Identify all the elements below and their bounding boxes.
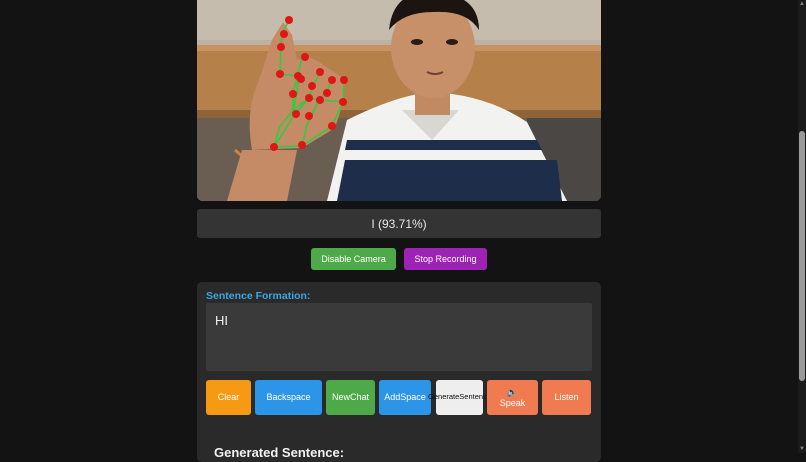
speaker-icon: 🔈 <box>506 387 519 398</box>
generate-sentence-button[interactable]: Generate Sentence <box>428 380 491 415</box>
scrollbar-thumb[interactable] <box>799 131 805 381</box>
add-space-label-line1: Add <box>384 392 401 403</box>
stop-recording-button[interactable]: Stop Recording <box>404 248 487 270</box>
new-chat-label-line2: Chat <box>350 392 370 403</box>
new-chat-button[interactable]: New Chat <box>326 380 375 415</box>
scroll-down-icon[interactable]: ▼ <box>799 446 805 452</box>
speak-label: Speak <box>499 397 526 408</box>
camera-frame-image <box>197 0 601 201</box>
sentence-textbox[interactable] <box>206 303 592 371</box>
camera-feed <box>197 0 601 201</box>
sentence-text: HI <box>215 313 228 328</box>
sentence-formation-title: Sentence Formation: <box>206 290 311 302</box>
clear-button[interactable]: Clear <box>206 380 251 415</box>
disable-camera-button[interactable]: Disable Camera <box>311 248 396 270</box>
backspace-button[interactable]: Backspace <box>255 380 322 415</box>
add-space-button[interactable]: Add Space <box>379 380 431 415</box>
listen-button[interactable]: Listen <box>542 380 591 415</box>
add-space-label-line2: Space <box>400 392 426 403</box>
prediction-display: I (93.71%) <box>197 209 601 238</box>
prediction-text: I (93.71%) <box>371 216 427 231</box>
new-chat-label-line1: New <box>331 392 350 403</box>
speak-button[interactable]: 🔈 Speak <box>487 380 538 415</box>
generate-label-line1: Generate <box>428 392 460 402</box>
scroll-up-icon[interactable]: ▲ <box>799 1 805 7</box>
